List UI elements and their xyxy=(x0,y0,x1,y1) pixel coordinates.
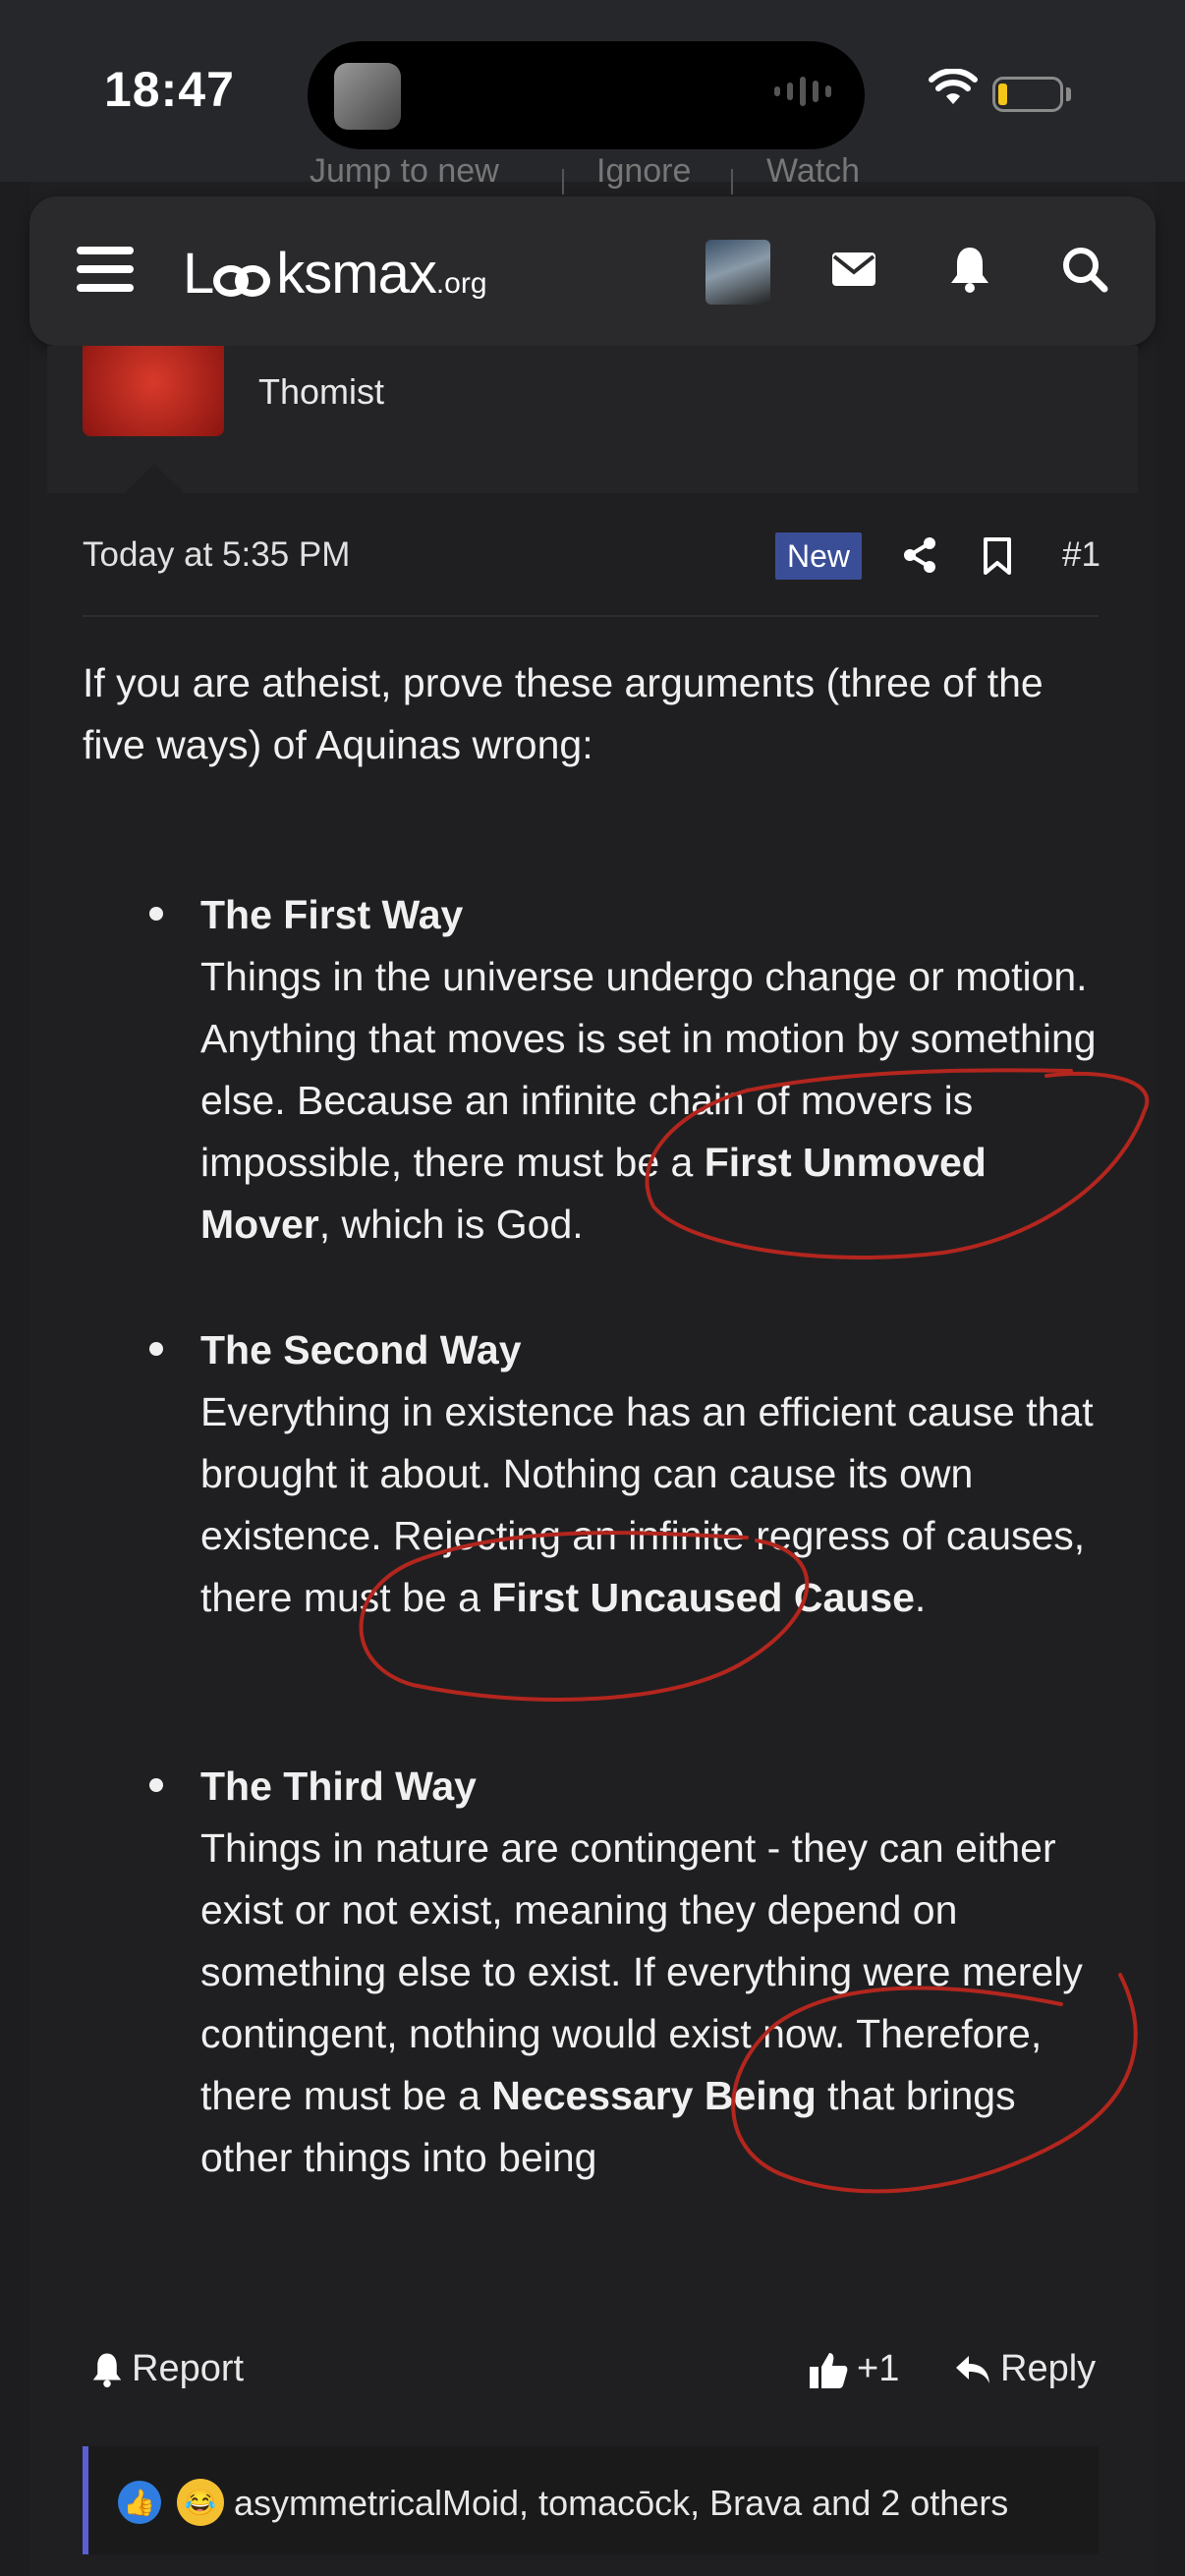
list-item-third-way: The Third Way Things in nature are conti… xyxy=(200,1756,1104,2189)
wifi-icon xyxy=(929,69,978,104)
thread-actions-strip: Jump to new Ignore Watch xyxy=(280,147,909,195)
ignore-link[interactable]: Ignore xyxy=(596,152,691,191)
report-button[interactable]: Report xyxy=(90,2348,244,2390)
menu-icon[interactable] xyxy=(77,247,134,303)
message-pointer xyxy=(125,464,184,493)
post-intro: If you are atheist, prove these argument… xyxy=(83,660,1044,767)
way-title: The First Way xyxy=(200,892,464,937)
watch-link[interactable]: Watch xyxy=(766,152,860,191)
way-bold: Necessary Being xyxy=(491,2073,817,2118)
reactions-users[interactable]: asymmetricalMoid, tomacōck, Brava and 2 … xyxy=(234,2483,1008,2524)
bullet xyxy=(149,907,163,921)
way-title: The Third Way xyxy=(200,1764,477,1809)
reply-icon xyxy=(956,2355,989,2383)
way-text-end: . xyxy=(914,1575,927,1620)
reply-label: Reply xyxy=(1000,2348,1097,2389)
status-time: 18:47 xyxy=(104,62,235,117)
list-item-first-way: The First Way Things in the universe und… xyxy=(200,884,1104,1256)
mail-icon[interactable] xyxy=(830,251,877,288)
search-icon[interactable] xyxy=(1061,246,1108,293)
thumbs-up-icon xyxy=(810,2352,848,2388)
way-text-end: , which is God. xyxy=(318,1202,584,1247)
bell-icon xyxy=(92,2353,122,2387)
report-label: Report xyxy=(132,2348,245,2389)
author-user-title: Thomist xyxy=(258,371,385,412)
bullet xyxy=(149,1342,163,1356)
like-count: +1 xyxy=(857,2348,900,2389)
separator xyxy=(562,169,564,195)
like-button[interactable]: +1 xyxy=(808,2348,899,2390)
bullet xyxy=(149,1778,163,1792)
way-title: The Second Way xyxy=(200,1327,522,1372)
like-reaction-icon: 👍 xyxy=(118,2481,161,2524)
divider xyxy=(83,615,1099,617)
post-number[interactable]: #1 xyxy=(1062,535,1100,575)
author-avatar[interactable] xyxy=(83,346,224,436)
audio-wave-icon xyxy=(774,77,831,106)
new-badge: New xyxy=(775,532,862,580)
now-playing-artwork xyxy=(334,63,401,130)
battery-level xyxy=(998,84,1007,105)
user-avatar[interactable] xyxy=(705,240,770,305)
jump-to-new-link[interactable]: Jump to new xyxy=(310,152,499,191)
reply-button[interactable]: Reply xyxy=(953,2348,1096,2390)
post-date[interactable]: Today at 5:35 PM xyxy=(83,535,350,575)
site-logo[interactable]: Lksmax.org xyxy=(183,241,487,307)
battery-nub xyxy=(1066,87,1071,101)
bell-icon[interactable] xyxy=(949,246,990,293)
bookmark-icon[interactable] xyxy=(983,536,1012,576)
share-icon[interactable] xyxy=(902,536,937,574)
list-item-second-way: The Second Way Everything in existence h… xyxy=(200,1319,1104,1629)
way-bold: First Uncaused Cause xyxy=(491,1575,915,1620)
laugh-reaction-icon: 😂 xyxy=(177,2479,224,2526)
separator xyxy=(731,169,733,195)
